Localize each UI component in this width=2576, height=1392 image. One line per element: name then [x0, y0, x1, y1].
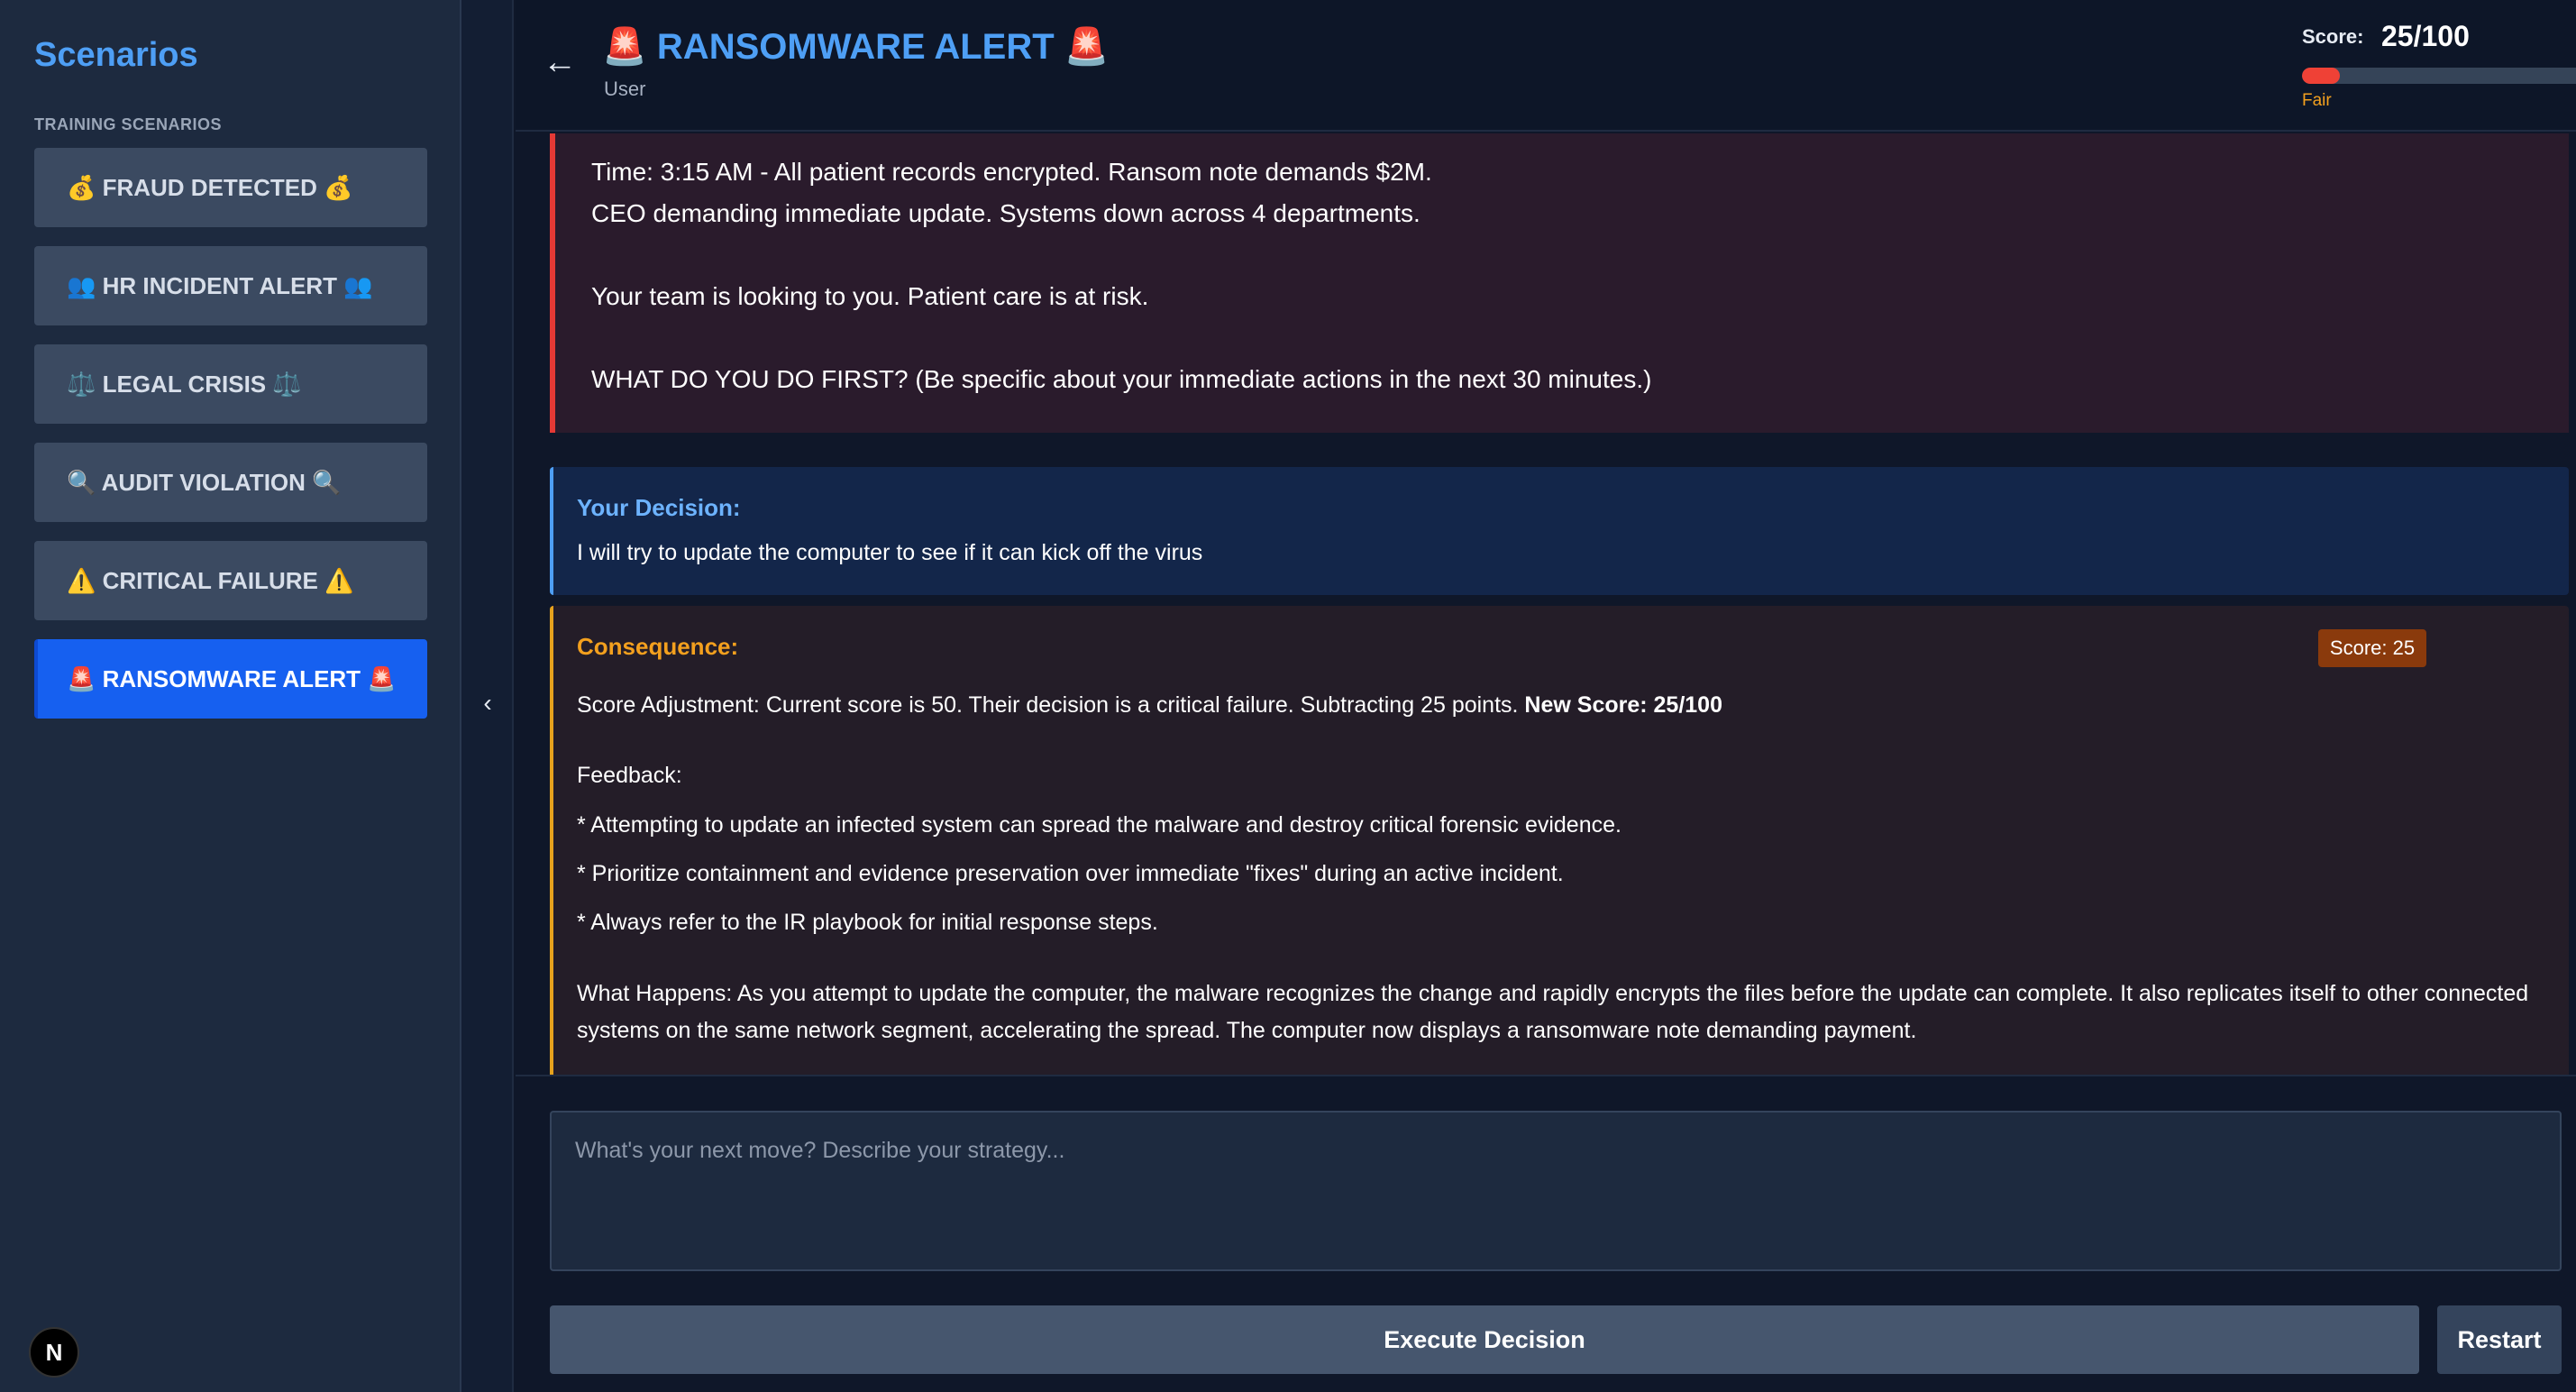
header: ← 🚨 RANSOMWARE ALERT 🚨 User Score: 25/10… — [516, 0, 2576, 132]
restart-button[interactable]: Restart — [2437, 1305, 2562, 1374]
feedback-item: * Attempting to update an infected syste… — [577, 812, 1621, 838]
back-arrow-icon[interactable]: ← — [543, 43, 577, 82]
sidebar-item-legal-crisis[interactable]: ⚖️ LEGAL CRISIS ⚖️ — [34, 344, 427, 424]
sidebar-item-label: ⚖️ LEGAL CRISIS ⚖️ — [67, 370, 302, 398]
consequence-title: Consequence: — [577, 633, 739, 660]
decision-card: Your Decision: I will try to update the … — [550, 467, 2569, 595]
scenario-line: WHAT DO YOU DO FIRST? (Be specific about… — [591, 365, 1652, 393]
conversation-area[interactable]: Time: 3:15 AM - All patient records encr… — [516, 133, 2576, 1075]
score-progress-bar — [2302, 68, 2576, 84]
input-panel: Execute Decision Restart — [516, 1075, 2576, 1392]
score-adjustment-text: Score Adjustment: Current score is 50. T… — [577, 692, 1525, 718]
scenario-line: CEO demanding immediate update. Systems … — [591, 199, 1420, 227]
sidebar-item-fraud-detected[interactable]: 💰 FRAUD DETECTED 💰 — [34, 148, 427, 227]
score-badge: Score: 25 — [2318, 629, 2426, 667]
scenario-line — [591, 317, 2569, 359]
decision-text: I will try to update the computer to see… — [577, 540, 1203, 565]
sidebar-item-critical-failure[interactable]: ⚠️ CRITICAL FAILURE ⚠️ — [34, 541, 427, 620]
sidebar-item-label: 👥 HR INCIDENT ALERT 👥 — [67, 271, 373, 299]
scenario-line — [591, 234, 2569, 276]
score-progress-fill — [2302, 68, 2340, 84]
feedback-label: Feedback: — [577, 763, 682, 788]
score-adjustment: Score Adjustment: Current score is 50. T… — [577, 692, 1722, 719]
feedback-item: * Always refer to the IR playbook for in… — [577, 910, 1158, 935]
strategy-input[interactable] — [550, 1111, 2562, 1271]
sidebar-item-label: 💰 FRAUD DETECTED 💰 — [67, 173, 353, 201]
sidebar-item-label: 🚨 RANSOMWARE ALERT 🚨 — [67, 664, 397, 692]
app-logo-icon[interactable]: N — [29, 1327, 79, 1378]
sidebar-item-label: 🔍 AUDIT VIOLATION 🔍 — [67, 468, 342, 496]
sidebar-item-label: ⚠️ CRITICAL FAILURE ⚠️ — [67, 566, 354, 594]
scenario-message: Time: 3:15 AM - All patient records encr… — [550, 133, 2569, 433]
score-adjustment-new-score: New Score: 25/100 — [1524, 692, 1722, 718]
chevron-left-icon[interactable]: ‹ — [474, 685, 501, 721]
sidebar: Scenarios TRAINING SCENARIOS 💰 FRAUD DET… — [0, 0, 461, 1392]
decision-title: Your Decision: — [577, 494, 741, 521]
score-value: 25/100 — [2381, 20, 2470, 52]
sidebar-section-label: TRAINING SCENARIOS — [34, 115, 223, 133]
score-rating: Fair — [2302, 91, 2332, 110]
sidebar-item-ransomware-alert[interactable]: 🚨 RANSOMWARE ALERT 🚨 — [34, 639, 427, 719]
execute-decision-button[interactable]: Execute Decision — [550, 1305, 2419, 1374]
page-subtitle: User — [604, 78, 646, 100]
what-happens-text: What Happens: As you attempt to update t… — [577, 981, 2529, 1043]
score-label: Score: — [2302, 25, 2364, 48]
scenario-line: Your team is looking to you. Patient car… — [591, 282, 1149, 310]
consequence-card: Consequence: Score: 25 Score Adjustment:… — [550, 606, 2569, 1075]
scenario-list: 💰 FRAUD DETECTED 💰 👥 HR INCIDENT ALERT 👥… — [34, 148, 427, 737]
sidebar-title: Scenarios — [34, 36, 198, 74]
page-title: 🚨 RANSOMWARE ALERT 🚨 — [602, 27, 1110, 67]
sidebar-collapse-strip: ‹ — [461, 0, 514, 1392]
sidebar-item-hr-incident-alert[interactable]: 👥 HR INCIDENT ALERT 👥 — [34, 246, 427, 325]
sidebar-item-audit-violation[interactable]: 🔍 AUDIT VIOLATION 🔍 — [34, 443, 427, 522]
feedback-item: * Prioritize containment and evidence pr… — [577, 861, 1564, 886]
scenario-line: Time: 3:15 AM - All patient records encr… — [591, 158, 1432, 186]
